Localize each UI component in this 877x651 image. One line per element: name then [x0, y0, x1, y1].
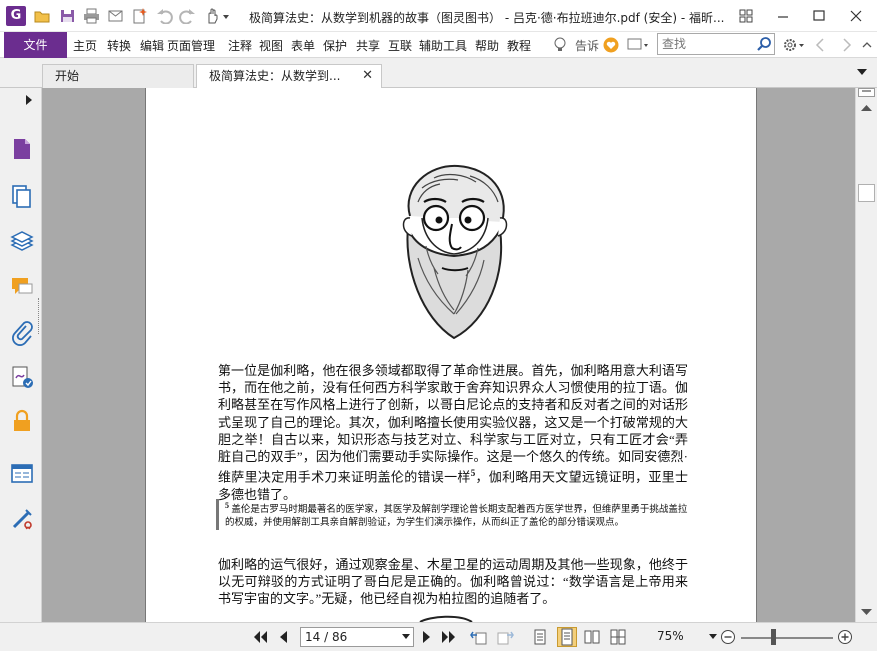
tab-start-label: 开始 [55, 69, 80, 83]
ribbon-collapse-icon[interactable] [862, 41, 872, 49]
scroll-thumb[interactable] [858, 184, 875, 202]
expand-panel-icon[interactable] [25, 94, 33, 106]
scroll-down-arrow-icon[interactable] [860, 608, 873, 617]
page-list-dropdown-icon[interactable] [402, 634, 410, 640]
menu-help[interactable]: 帮助 [475, 37, 499, 54]
menu-share[interactable]: 共享 [356, 37, 380, 54]
previous-page-icon[interactable] [276, 629, 292, 645]
message-dropdown-icon[interactable] [627, 37, 649, 53]
zoom-dropdown-icon[interactable] [709, 634, 717, 640]
menu-accessibility[interactable]: 辅助工具 [419, 37, 467, 54]
ribbon-display-icon[interactable] [735, 6, 757, 26]
menu-comment[interactable]: 注释 [228, 37, 252, 54]
tab-start[interactable]: 开始 [42, 64, 194, 88]
next-view-icon[interactable] [496, 629, 514, 645]
app-logo-icon[interactable]: G [6, 6, 26, 26]
security-lock-icon[interactable] [9, 408, 35, 434]
menu-organize[interactable]: 页面管理 [167, 37, 215, 54]
hand-tool-icon[interactable] [204, 8, 221, 24]
navigation-panel-rail [0, 88, 42, 651]
minimize-icon[interactable] [772, 6, 794, 26]
two-page-view-icon[interactable] [584, 629, 600, 645]
next-page-icon[interactable] [418, 629, 434, 645]
vertical-scrollbar[interactable] [855, 88, 877, 622]
page-number-input[interactable] [301, 628, 397, 646]
single-page-view-icon[interactable] [532, 629, 548, 645]
ribbon-menu-bar: 文件 主页 转换 编辑 页面管理 注释 视图 表单 保护 共享 互联 辅助工具 … [0, 32, 877, 58]
close-tab-icon[interactable]: ✕ [362, 65, 373, 87]
galileo-portrait-illustration [402, 164, 508, 340]
comments-icon[interactable] [9, 274, 35, 300]
zoom-level-label[interactable]: 75% [657, 629, 684, 643]
page-number-field[interactable] [300, 627, 414, 647]
menu-edit[interactable]: 编辑 [140, 37, 164, 54]
undo-icon[interactable] [156, 8, 173, 24]
menu-form[interactable]: 表单 [291, 37, 315, 54]
tab-document-label: 极简算法史：从数学到... [209, 69, 341, 83]
status-bar: 75% [0, 622, 877, 651]
menu-home[interactable]: 主页 [73, 37, 97, 54]
two-page-continuous-view-icon[interactable] [610, 629, 626, 645]
scroll-up-arrow-icon[interactable] [860, 103, 873, 112]
form-fields-icon[interactable] [9, 460, 35, 486]
body-paragraph-2: 伽利略的运气很好，通过观察金星、木星卫星的运动周期及其他一些现象，他终于以无可辩… [218, 557, 688, 607]
maximize-icon[interactable] [808, 6, 830, 26]
document-canvas[interactable]: 第一位是伽利略，他在很多领域都取得了革命性进展。首先，伽利略用意大利语写书，而在… [42, 88, 855, 622]
quick-access-dropdown-icon[interactable] [222, 8, 230, 24]
footnote: 5 盖伦是古罗马时期最著名的医学家，其医学及解剖学理论曾长期支配着西方医学世界，… [216, 499, 688, 531]
panel-resize-handle[interactable] [38, 298, 40, 334]
new-document-icon[interactable] [131, 8, 148, 24]
signatures-icon[interactable] [9, 364, 35, 390]
menu-protect[interactable]: 保护 [323, 37, 347, 54]
tab-document[interactable]: 极简算法史：从数学到... ✕ [196, 64, 382, 89]
ribbon-forward-icon[interactable] [842, 38, 852, 52]
zoom-slider-thumb[interactable] [770, 629, 776, 645]
open-folder-icon[interactable] [34, 8, 51, 24]
scroll-top-button[interactable] [858, 88, 875, 98]
search-input[interactable] [658, 34, 752, 54]
menu-connect[interactable]: 互联 [388, 37, 412, 54]
tell-me-label[interactable]: 告诉 [575, 37, 599, 54]
previous-view-icon[interactable] [470, 629, 488, 645]
window-title: 极简算法史：从数学到机器的故事（图灵图书） - 吕克·德·布拉班迪尔.pdf (… [249, 11, 725, 25]
zoom-in-icon[interactable] [837, 629, 853, 645]
layers-icon[interactable] [9, 228, 35, 254]
redo-icon[interactable] [179, 8, 196, 24]
close-window-icon[interactable] [845, 6, 867, 26]
settings-gear-icon[interactable] [782, 36, 806, 54]
menu-tutorial[interactable]: 教程 [507, 37, 531, 54]
search-icon[interactable] [756, 36, 772, 52]
zoom-out-icon[interactable] [720, 629, 736, 645]
bookmarks-icon[interactable] [9, 183, 35, 209]
search-field[interactable] [657, 33, 775, 55]
tabs-list-dropdown-icon[interactable] [856, 66, 868, 78]
page-thumbnails-icon[interactable] [9, 136, 35, 162]
file-menu-button[interactable]: 文件 [4, 32, 67, 58]
body-paragraph-1: 第一位是伽利略，他在很多领域都取得了革命性进展。首先，伽利略用意大利语写书，而在… [218, 363, 688, 502]
footnote-number: 5 [225, 501, 229, 510]
document-tabs-bar: 开始 极简算法史：从数学到... ✕ [0, 58, 877, 89]
title-bar: G 极简算法史：从数学到机器的故事（图灵图书） - 吕克·德·布拉班迪尔.pdf… [0, 0, 877, 32]
email-icon[interactable] [107, 8, 124, 24]
pdf-page: 第一位是伽利略，他在很多领域都取得了革命性进展。首先，伽利略用意大利语写书，而在… [145, 88, 757, 622]
menu-convert[interactable]: 转换 [107, 37, 131, 54]
accessibility-tools-icon[interactable] [9, 506, 35, 532]
feedback-heart-icon[interactable] [603, 37, 619, 53]
next-page-illustration-edge [419, 615, 473, 622]
attachments-icon[interactable] [9, 320, 35, 346]
last-page-icon[interactable] [441, 629, 457, 645]
save-icon[interactable] [59, 8, 76, 24]
continuous-view-icon[interactable] [557, 627, 577, 647]
first-page-icon[interactable] [252, 629, 268, 645]
menu-view[interactable]: 视图 [259, 37, 283, 54]
lightbulb-icon[interactable] [553, 37, 567, 53]
print-icon[interactable] [83, 8, 100, 24]
footnote-text: 盖伦是古罗马时期最著名的医学家，其医学及解剖学理论曾长期支配着西方医学世界，但维… [225, 505, 688, 529]
ribbon-back-icon[interactable] [815, 38, 825, 52]
zoom-slider-track[interactable] [741, 637, 833, 639]
